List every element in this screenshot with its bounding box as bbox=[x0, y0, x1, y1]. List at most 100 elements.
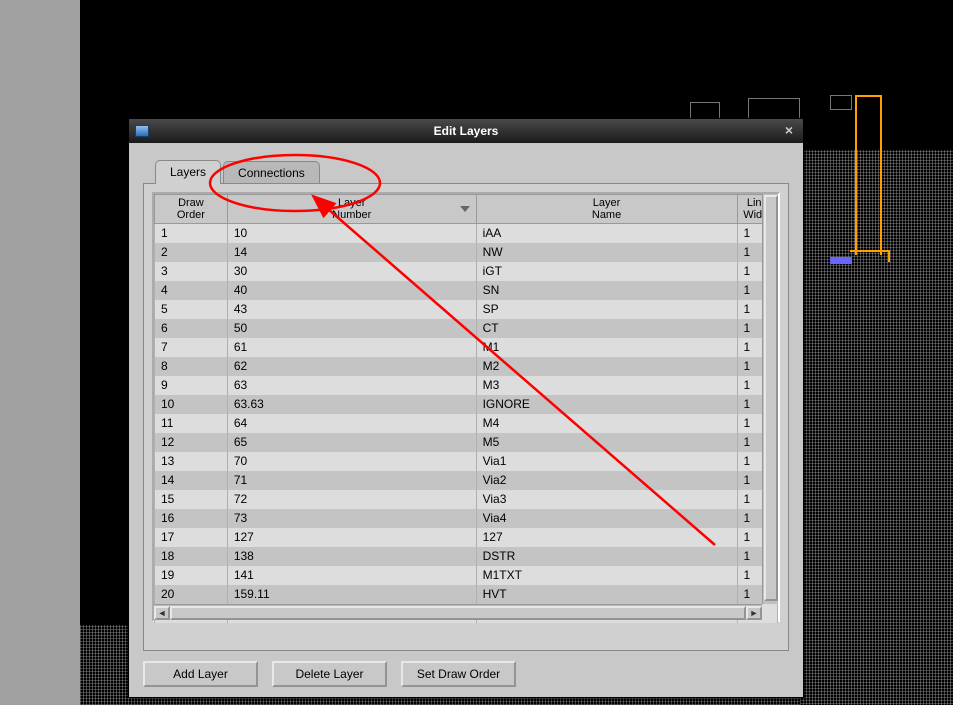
cell-name[interactable]: Via4 bbox=[476, 509, 737, 528]
cell-order[interactable]: 3 bbox=[155, 262, 228, 281]
cell-name[interactable]: Via2 bbox=[476, 471, 737, 490]
cell-order[interactable]: 9 bbox=[155, 376, 228, 395]
cell-num[interactable]: 61 bbox=[227, 338, 476, 357]
cell-order[interactable]: 17 bbox=[155, 528, 228, 547]
col-layer-name[interactable]: Layer Name bbox=[476, 195, 737, 224]
cell-name[interactable]: IGNORE bbox=[476, 395, 737, 414]
cell-name[interactable]: 127 bbox=[476, 528, 737, 547]
table-row[interactable]: 1063.63IGNORE1 bbox=[155, 395, 778, 414]
cell-name[interactable]: iAA bbox=[476, 224, 737, 243]
table-row[interactable]: 18138DSTR1 bbox=[155, 547, 778, 566]
layout-rect bbox=[830, 257, 852, 264]
cell-num[interactable]: 127 bbox=[227, 528, 476, 547]
cell-name[interactable]: M2 bbox=[476, 357, 737, 376]
table-row[interactable]: 761M11 bbox=[155, 338, 778, 357]
vertical-scrollbar[interactable] bbox=[762, 194, 778, 604]
cell-num[interactable]: 63.63 bbox=[227, 395, 476, 414]
cell-order[interactable]: 13 bbox=[155, 452, 228, 471]
cell-order[interactable]: 8 bbox=[155, 357, 228, 376]
cell-name[interactable]: Via3 bbox=[476, 490, 737, 509]
col-draw-order[interactable]: Draw Order bbox=[155, 195, 228, 224]
cell-num[interactable]: 50 bbox=[227, 319, 476, 338]
add-layer-button[interactable]: Add Layer bbox=[143, 661, 258, 687]
table-row[interactable]: 214NW1 bbox=[155, 243, 778, 262]
table-row[interactable]: 171271271 bbox=[155, 528, 778, 547]
table-row[interactable]: 440SN1 bbox=[155, 281, 778, 300]
table-row[interactable]: 110iAA1 bbox=[155, 224, 778, 243]
tab-layers[interactable]: Layers bbox=[155, 160, 221, 184]
tab-connections[interactable]: Connections bbox=[223, 161, 320, 184]
dialog-titlebar[interactable]: Edit Layers × bbox=[129, 119, 803, 143]
table-row[interactable]: 1572Via31 bbox=[155, 490, 778, 509]
table-row[interactable]: 1164M41 bbox=[155, 414, 778, 433]
cell-name[interactable]: M1TXT bbox=[476, 566, 737, 585]
cell-order[interactable]: 18 bbox=[155, 547, 228, 566]
cell-num[interactable]: 71 bbox=[227, 471, 476, 490]
cell-name[interactable]: SN bbox=[476, 281, 737, 300]
cell-order[interactable]: 1 bbox=[155, 224, 228, 243]
cell-order[interactable]: 10 bbox=[155, 395, 228, 414]
cell-order[interactable]: 2 bbox=[155, 243, 228, 262]
table-row[interactable]: 1471Via21 bbox=[155, 471, 778, 490]
cell-order[interactable]: 12 bbox=[155, 433, 228, 452]
cell-num[interactable]: 10 bbox=[227, 224, 476, 243]
scroll-right-icon[interactable]: ► bbox=[746, 606, 762, 620]
cell-order[interactable]: 20 bbox=[155, 585, 228, 604]
close-icon[interactable]: × bbox=[781, 123, 797, 139]
cell-num[interactable]: 65 bbox=[227, 433, 476, 452]
cell-name[interactable]: DSTR bbox=[476, 547, 737, 566]
cell-name[interactable]: SP bbox=[476, 300, 737, 319]
cell-name[interactable]: M1 bbox=[476, 338, 737, 357]
cell-num[interactable]: 30 bbox=[227, 262, 476, 281]
delete-layer-button[interactable]: Delete Layer bbox=[272, 661, 387, 687]
cell-name[interactable]: Via1 bbox=[476, 452, 737, 471]
set-draw-order-button[interactable]: Set Draw Order bbox=[401, 661, 516, 687]
table-row[interactable]: 862M21 bbox=[155, 357, 778, 376]
cell-num[interactable]: 64 bbox=[227, 414, 476, 433]
cell-order[interactable]: 4 bbox=[155, 281, 228, 300]
col-layer-number[interactable]: Layer Number bbox=[227, 195, 476, 224]
cell-order[interactable]: 15 bbox=[155, 490, 228, 509]
cell-name[interactable]: M3 bbox=[476, 376, 737, 395]
vertical-scroll-thumb[interactable] bbox=[764, 195, 778, 601]
cell-num[interactable]: 14 bbox=[227, 243, 476, 262]
sort-descending-icon bbox=[460, 206, 470, 212]
table-row[interactable]: 1673Via41 bbox=[155, 509, 778, 528]
table-row[interactable]: 20159.11HVT1 bbox=[155, 585, 778, 604]
cell-order[interactable]: 7 bbox=[155, 338, 228, 357]
cell-num[interactable]: 73 bbox=[227, 509, 476, 528]
cell-name[interactable]: M5 bbox=[476, 433, 737, 452]
dialog-title: Edit Layers bbox=[129, 124, 803, 138]
cell-num[interactable]: 72 bbox=[227, 490, 476, 509]
table-row[interactable]: 963M31 bbox=[155, 376, 778, 395]
cell-order[interactable]: 5 bbox=[155, 300, 228, 319]
cell-num[interactable]: 63 bbox=[227, 376, 476, 395]
table-row[interactable]: 1370Via11 bbox=[155, 452, 778, 471]
cell-order[interactable]: 19 bbox=[155, 566, 228, 585]
horizontal-scroll-thumb[interactable] bbox=[170, 606, 746, 620]
layout-trace-vertical bbox=[855, 95, 882, 255]
horizontal-scrollbar[interactable]: ◄ ► bbox=[154, 604, 762, 620]
cell-name[interactable]: HVT bbox=[476, 585, 737, 604]
cell-num[interactable]: 159.11 bbox=[227, 585, 476, 604]
cell-num[interactable]: 62 bbox=[227, 357, 476, 376]
table-row[interactable]: 1265M51 bbox=[155, 433, 778, 452]
table-row[interactable]: 543SP1 bbox=[155, 300, 778, 319]
cell-num[interactable]: 43 bbox=[227, 300, 476, 319]
table-row[interactable]: 650CT1 bbox=[155, 319, 778, 338]
cell-num[interactable]: 138 bbox=[227, 547, 476, 566]
cell-name[interactable]: CT bbox=[476, 319, 737, 338]
cell-order[interactable]: 14 bbox=[155, 471, 228, 490]
cell-name[interactable]: NW bbox=[476, 243, 737, 262]
cell-name[interactable]: M4 bbox=[476, 414, 737, 433]
cell-order[interactable]: 6 bbox=[155, 319, 228, 338]
cell-order[interactable]: 16 bbox=[155, 509, 228, 528]
cell-num[interactable]: 141 bbox=[227, 566, 476, 585]
cell-num[interactable]: 70 bbox=[227, 452, 476, 471]
table-row[interactable]: 330iGT1 bbox=[155, 262, 778, 281]
cell-order[interactable]: 11 bbox=[155, 414, 228, 433]
cell-name[interactable]: iGT bbox=[476, 262, 737, 281]
table-row[interactable]: 19141M1TXT1 bbox=[155, 566, 778, 585]
scroll-left-icon[interactable]: ◄ bbox=[154, 606, 170, 620]
cell-num[interactable]: 40 bbox=[227, 281, 476, 300]
